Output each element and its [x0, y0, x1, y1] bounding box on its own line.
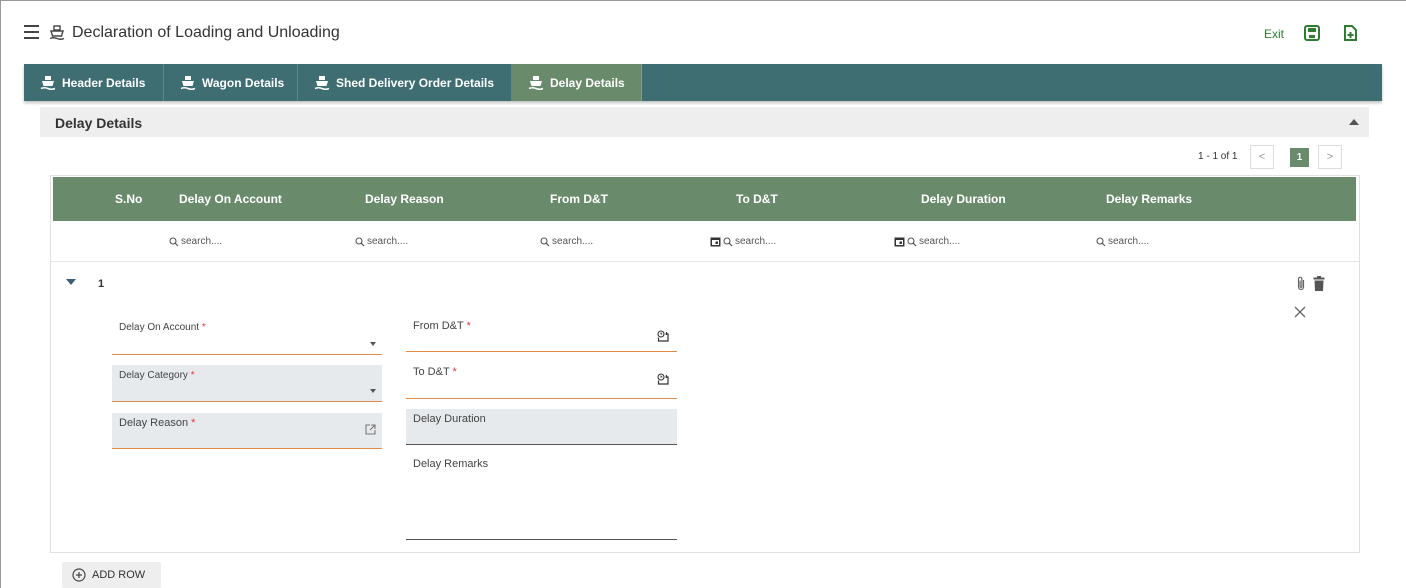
save-icon[interactable] — [1303, 24, 1321, 42]
filter-row: search.... search.... search.... search.… — [51, 222, 1359, 262]
column-header-delay-remarks[interactable]: Delay Remarks — [1106, 192, 1192, 206]
exit-link[interactable]: Exit — [1264, 27, 1284, 41]
calendar-icon — [710, 237, 721, 247]
open-external-icon[interactable] — [365, 424, 376, 435]
search-icon — [169, 236, 179, 246]
section-header: Delay Details — [40, 107, 1369, 137]
next-page-button[interactable]: > — [1318, 145, 1342, 169]
grid-header: S.No Delay On Account Delay Reason From … — [53, 177, 1356, 221]
current-page-button[interactable]: 1 — [1290, 148, 1309, 167]
section-title: Delay Details — [55, 115, 143, 131]
delay-duration-label: Delay Duration — [413, 413, 486, 425]
column-header-from-dt[interactable]: From D&T — [550, 192, 608, 206]
calendar-icon — [894, 237, 905, 247]
chevron-down-icon[interactable] — [370, 389, 376, 393]
new-document-icon[interactable] — [1341, 24, 1359, 42]
filter-from-dt[interactable]: search.... — [540, 236, 593, 247]
delete-icon[interactable] — [1313, 276, 1325, 291]
close-icon[interactable] — [1294, 306, 1306, 318]
attachment-icon[interactable] — [1296, 276, 1306, 291]
filter-delay-on-account[interactable]: search.... — [169, 236, 222, 247]
hamburger-menu-icon[interactable] — [24, 25, 40, 41]
delay-remarks-field[interactable]: Delay Remarks — [406, 453, 677, 540]
tab-label: Header Details — [62, 75, 146, 90]
delay-reason-field[interactable]: Delay Reason * — [112, 413, 382, 449]
clock-calendar-icon[interactable] — [657, 373, 670, 385]
delay-duration-field: Delay Duration — [406, 409, 677, 445]
ship-icon — [49, 25, 65, 40]
delay-grid: S.No Delay On Account Delay Reason From … — [50, 175, 1360, 553]
column-header-to-dt[interactable]: To D&T — [736, 192, 778, 206]
prev-page-button[interactable]: < — [1250, 145, 1274, 169]
ship-icon — [528, 75, 544, 90]
required-marker: * — [190, 370, 195, 381]
required-marker: * — [466, 320, 471, 332]
delay-category-label: Delay Category — [119, 370, 188, 381]
tab-delay-details[interactable]: Delay Details — [512, 64, 642, 101]
delay-category-field[interactable]: Delay Category * — [112, 365, 382, 402]
search-icon — [907, 236, 917, 246]
pagination-range: 1 - 1 of 1 — [1198, 151, 1238, 162]
to-dt-field[interactable]: To D&T * — [406, 362, 677, 399]
delay-reason-label: Delay Reason — [119, 417, 189, 429]
tab-label: Wagon Details — [202, 75, 285, 90]
delay-remarks-label: Delay Remarks — [413, 458, 489, 470]
add-row-label: ADD ROW — [92, 569, 146, 581]
add-row-button[interactable]: ADD ROW — [62, 562, 161, 588]
clock-calendar-icon[interactable] — [657, 330, 670, 342]
filter-delay-remarks[interactable]: search.... — [1096, 236, 1149, 247]
filter-delay-duration[interactable]: search.... — [894, 236, 960, 247]
tab-header-details[interactable]: Header Details — [24, 64, 164, 101]
tab-label: Delay Details — [550, 75, 625, 90]
column-header-sno[interactable]: S.No — [115, 192, 142, 206]
expand-row-icon[interactable] — [66, 279, 76, 285]
from-dt-field[interactable]: From D&T * — [406, 316, 677, 352]
add-circle-icon — [72, 568, 86, 582]
tab-label: Shed Delivery Order Details — [336, 75, 495, 90]
collapse-icon[interactable] — [1349, 119, 1359, 125]
search-icon — [540, 236, 550, 246]
search-icon — [1096, 236, 1106, 246]
column-header-delay-reason[interactable]: Delay Reason — [365, 192, 444, 206]
to-dt-label: To D&T — [413, 366, 450, 378]
row-number: 1 — [98, 278, 105, 290]
search-icon — [355, 236, 365, 246]
tab-bar: Header Details Wagon Details Shed Delive… — [24, 64, 1382, 101]
column-header-delay-on-account[interactable]: Delay On Account — [179, 192, 282, 206]
ship-icon — [40, 75, 56, 90]
search-icon — [723, 236, 733, 246]
page-title: Declaration of Loading and Unloading — [72, 24, 340, 41]
filter-to-dt[interactable]: search.... — [710, 236, 776, 247]
from-dt-label: From D&T — [413, 320, 464, 332]
filter-delay-reason[interactable]: search.... — [355, 236, 408, 247]
delay-on-account-field[interactable]: Delay On Account * — [112, 318, 382, 355]
required-marker: * — [201, 322, 206, 333]
column-header-delay-duration[interactable]: Delay Duration — [921, 192, 1006, 206]
required-marker: * — [452, 366, 457, 378]
ship-icon — [314, 75, 330, 90]
delay-on-account-label: Delay On Account — [119, 322, 200, 333]
chevron-down-icon[interactable] — [370, 342, 376, 346]
tab-shed-delivery-order-details[interactable]: Shed Delivery Order Details — [298, 64, 512, 101]
required-marker: * — [191, 417, 196, 429]
ship-icon — [180, 75, 196, 90]
tab-wagon-details[interactable]: Wagon Details — [164, 64, 298, 101]
